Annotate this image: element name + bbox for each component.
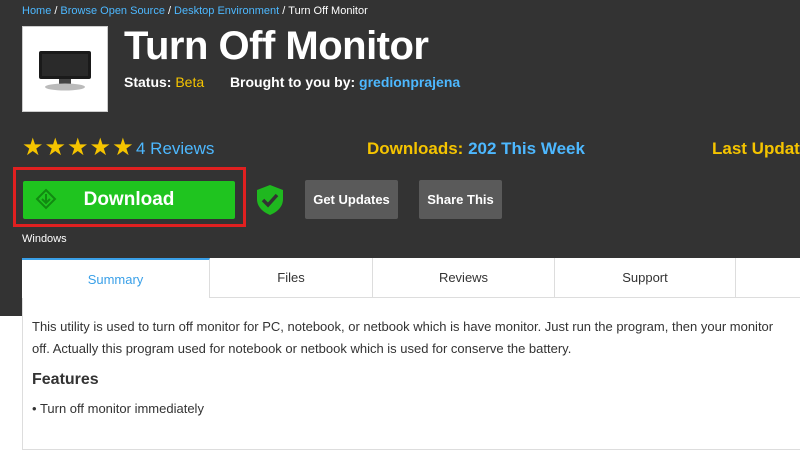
tab-support[interactable]: Support — [555, 258, 736, 298]
download-label: Download — [83, 189, 175, 210]
breadcrumb-current: Turn Off Monitor — [288, 5, 368, 17]
tab-summary[interactable]: Summary — [22, 258, 210, 298]
downloads-stat: Downloads: 202 This Week — [367, 139, 585, 159]
project-title: Turn Off Monitor — [124, 24, 429, 68]
downloads-value[interactable]: 202 This Week — [468, 139, 585, 158]
last-update-label: Last Update — [712, 139, 800, 158]
stats-row: ★★★★★ 4 Reviews Downloads: 202 This Week… — [22, 136, 800, 162]
summary-panel: This utility is used to turn off monitor… — [22, 298, 800, 450]
platform-label: Windows — [22, 233, 67, 245]
status-badge: Beta — [175, 74, 205, 90]
downloads-label: Downloads: — [367, 139, 464, 158]
tab-files[interactable]: Files — [210, 258, 373, 298]
reviews-link[interactable]: 4 Reviews — [136, 139, 214, 159]
get-updates-button[interactable]: Get Updates — [305, 180, 398, 219]
download-button[interactable]: Download — [23, 181, 235, 219]
monitor-icon — [39, 51, 91, 91]
features-heading: Features — [32, 371, 99, 388]
share-this-button[interactable]: Share This — [419, 180, 502, 219]
author-label: Brought to you by: — [229, 74, 356, 90]
breadcrumb-home[interactable]: Home — [22, 5, 51, 17]
tab-reviews[interactable]: Reviews — [373, 258, 555, 298]
project-logo — [22, 26, 108, 112]
project-description: This utility is used to turn off monitor… — [32, 316, 800, 360]
shield-check-icon — [257, 185, 283, 215]
breadcrumb-browse-open-source[interactable]: Browse Open Source — [60, 5, 165, 17]
tab-overflow[interactable] — [736, 258, 800, 298]
feature-text: Turn off monitor immediately — [39, 401, 204, 416]
breadcrumb: Home / Browse Open Source / Desktop Environm… — [22, 5, 368, 17]
rating-stars: ★★★★★ — [22, 134, 135, 161]
feature-item: • Turn off monitor immediately — [32, 401, 204, 416]
author-link[interactable]: gredionprajena — [359, 74, 460, 90]
description-line: This utility is used to turn off monitor… — [32, 319, 774, 334]
project-meta: Status: Beta Brought to you by: gredionp… — [124, 74, 460, 90]
breadcrumb-desktop-environment[interactable]: Desktop Environment — [174, 5, 279, 17]
status-label: Status: — [124, 74, 172, 90]
project-tabs: Summary Files Reviews Support — [22, 258, 800, 298]
description-line: off. Actually this program used for note… — [32, 341, 572, 356]
